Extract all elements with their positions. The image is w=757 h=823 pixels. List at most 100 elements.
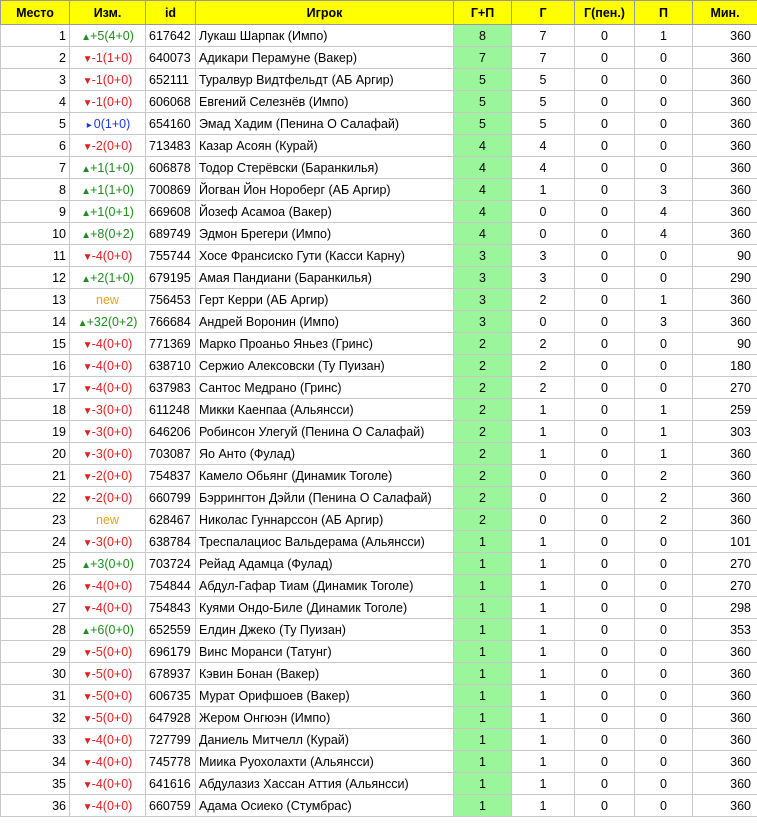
points-cell[interactable]: 3 <box>453 266 512 289</box>
player-name-cell[interactable]: Елдин Джеко (Ту Пуизан) <box>195 618 454 641</box>
change-cell[interactable]: ▼-1(0+0) <box>69 68 146 91</box>
player-name-cell[interactable]: Йозеф Асамоа (Вакер) <box>195 200 454 223</box>
change-cell[interactable]: ▼-4(0+0) <box>69 376 146 399</box>
minutes-cell[interactable]: 298 <box>692 596 757 619</box>
goals-cell[interactable]: 1 <box>511 640 575 663</box>
goals-cell[interactable]: 4 <box>511 156 575 179</box>
change-cell[interactable]: ▲+6(0+0) <box>69 618 146 641</box>
table-row[interactable]: 17 ▼-4(0+0) 637983 Сантос Медрано (Гринс) 2 2… <box>0 376 757 399</box>
penalty-goals-cell[interactable]: 0 <box>574 706 635 729</box>
penalty-goals-cell[interactable]: 0 <box>574 662 635 685</box>
player-id-cell[interactable]: 641616 <box>145 772 196 795</box>
player-name-cell[interactable]: Лукаш Шарпак (Импо) <box>195 24 454 47</box>
points-cell[interactable]: 7 <box>453 46 512 69</box>
change-cell[interactable]: ▼-2(0+0) <box>69 134 146 157</box>
goals-cell[interactable]: 3 <box>511 244 575 267</box>
penalty-goals-cell[interactable]: 0 <box>574 178 635 201</box>
penalty-goals-cell[interactable]: 0 <box>574 90 635 113</box>
table-row[interactable]: 33 ▼-4(0+0) 727799 Даниель Митчелл (Курай) 1… <box>0 728 757 751</box>
penalty-goals-cell[interactable]: 0 <box>574 332 635 355</box>
penalty-goals-cell[interactable]: 0 <box>574 354 635 377</box>
player-name-cell[interactable]: Яо Анто (Фулад) <box>195 442 454 465</box>
points-cell[interactable]: 1 <box>453 530 512 553</box>
player-name-cell[interactable]: Николас Гуннарссон (АБ Аргир) <box>195 508 454 531</box>
points-cell[interactable]: 4 <box>453 134 512 157</box>
table-row[interactable]: 2 ▼-1(1+0) 640073 Адикари Перамуне (Вакер) 7… <box>0 46 757 69</box>
change-cell[interactable]: ▲+1(1+0) <box>69 156 146 179</box>
minutes-cell[interactable]: 270 <box>692 376 757 399</box>
player-id-cell[interactable]: 654160 <box>145 112 196 135</box>
place-cell[interactable]: 16 <box>0 354 70 377</box>
penalty-goals-cell[interactable]: 0 <box>574 684 635 707</box>
assists-cell[interactable]: 2 <box>634 508 693 531</box>
points-cell[interactable]: 1 <box>453 794 512 817</box>
points-cell[interactable]: 2 <box>453 464 512 487</box>
place-cell[interactable]: 6 <box>0 134 70 157</box>
place-cell[interactable]: 15 <box>0 332 70 355</box>
place-cell[interactable]: 23 <box>0 508 70 531</box>
change-cell[interactable]: new <box>69 508 146 531</box>
place-cell[interactable]: 20 <box>0 442 70 465</box>
points-cell[interactable]: 1 <box>453 684 512 707</box>
minutes-cell[interactable]: 360 <box>692 288 757 311</box>
goals-cell[interactable]: 1 <box>511 794 575 817</box>
goals-cell[interactable]: 0 <box>511 464 575 487</box>
player-id-cell[interactable]: 700869 <box>145 178 196 201</box>
change-cell[interactable]: new <box>69 288 146 311</box>
change-cell[interactable]: ▲+1(1+0) <box>69 178 146 201</box>
assists-cell[interactable]: 1 <box>634 420 693 443</box>
player-name-cell[interactable]: Куями Ондо-Биле (Динамик Тоголе) <box>195 596 454 619</box>
points-cell[interactable]: 4 <box>453 222 512 245</box>
place-cell[interactable]: 36 <box>0 794 70 817</box>
penalty-goals-cell[interactable]: 0 <box>574 640 635 663</box>
minutes-cell[interactable]: 360 <box>692 464 757 487</box>
player-id-cell[interactable]: 637983 <box>145 376 196 399</box>
table-row[interactable]: 32 ▼-5(0+0) 647928 Жером Онгюэн (Импо) 1 1 0 0 3… <box>0 706 757 729</box>
player-id-cell[interactable]: 606068 <box>145 90 196 113</box>
penalty-goals-cell[interactable]: 0 <box>574 376 635 399</box>
goals-cell[interactable]: 4 <box>511 134 575 157</box>
change-cell[interactable]: ▼-3(0+0) <box>69 530 146 553</box>
player-name-cell[interactable]: Андрей Воронин (Импо) <box>195 310 454 333</box>
penalty-goals-cell[interactable]: 0 <box>574 486 635 509</box>
goals-cell[interactable]: 0 <box>511 200 575 223</box>
player-id-cell[interactable]: 703087 <box>145 442 196 465</box>
goals-cell[interactable]: 1 <box>511 684 575 707</box>
player-name-cell[interactable]: Эдмон Брегери (Импо) <box>195 222 454 245</box>
player-name-cell[interactable]: Абдул-Гафар Тиам (Динамик Тоголе) <box>195 574 454 597</box>
player-name-cell[interactable]: Камело Обьянг (Динамик Тоголе) <box>195 464 454 487</box>
place-cell[interactable]: 30 <box>0 662 70 685</box>
player-name-cell[interactable]: Микки Каенпаа (Альянсси) <box>195 398 454 421</box>
change-cell[interactable]: ▲+2(1+0) <box>69 266 146 289</box>
assists-cell[interactable]: 2 <box>634 464 693 487</box>
player-id-cell[interactable]: 606878 <box>145 156 196 179</box>
place-cell[interactable]: 10 <box>0 222 70 245</box>
goals-cell[interactable]: 1 <box>511 750 575 773</box>
minutes-cell[interactable]: 303 <box>692 420 757 443</box>
player-name-cell[interactable]: Герт Керри (АБ Аргир) <box>195 288 454 311</box>
player-id-cell[interactable]: 754843 <box>145 596 196 619</box>
assists-cell[interactable]: 0 <box>634 90 693 113</box>
place-cell[interactable]: 3 <box>0 68 70 91</box>
penalty-goals-cell[interactable]: 0 <box>574 266 635 289</box>
goals-cell[interactable]: 1 <box>511 442 575 465</box>
penalty-goals-cell[interactable]: 0 <box>574 464 635 487</box>
place-cell[interactable]: 21 <box>0 464 70 487</box>
assists-cell[interactable]: 0 <box>634 376 693 399</box>
points-cell[interactable]: 3 <box>453 288 512 311</box>
penalty-goals-cell[interactable]: 0 <box>574 574 635 597</box>
change-cell[interactable]: ▼-3(0+0) <box>69 420 146 443</box>
points-cell[interactable]: 2 <box>453 376 512 399</box>
player-id-cell[interactable]: 669608 <box>145 200 196 223</box>
place-cell[interactable]: 35 <box>0 772 70 795</box>
goals-cell[interactable]: 1 <box>511 662 575 685</box>
points-cell[interactable]: 2 <box>453 442 512 465</box>
table-row[interactable]: 9 ▲+1(0+1) 669608 Йозеф Асамоа (Вакер) 4 0 0 4 3… <box>0 200 757 223</box>
penalty-goals-cell[interactable]: 0 <box>574 200 635 223</box>
points-cell[interactable]: 5 <box>453 112 512 135</box>
player-id-cell[interactable]: 756453 <box>145 288 196 311</box>
goals-cell[interactable]: 0 <box>511 486 575 509</box>
place-cell[interactable]: 32 <box>0 706 70 729</box>
header-penalty-goals[interactable]: Г(пен.) <box>574 0 635 25</box>
goals-cell[interactable]: 1 <box>511 772 575 795</box>
